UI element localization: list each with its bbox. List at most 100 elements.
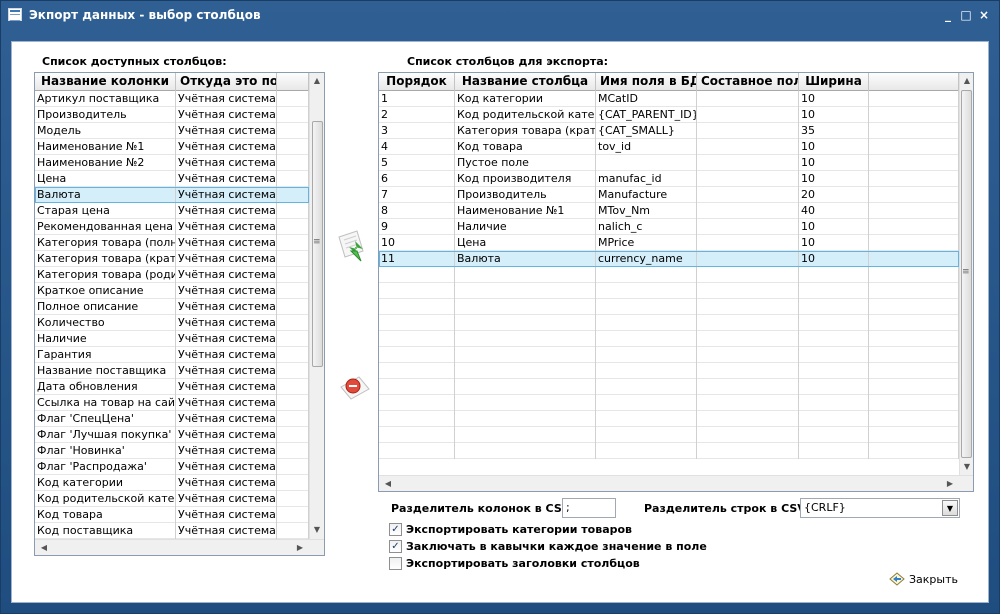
table-cell[interactable] — [869, 139, 959, 155]
right-horizontal-scrollbar[interactable]: ◀ ▶ — [379, 475, 973, 491]
table-cell[interactable]: Производитель — [455, 187, 596, 203]
table-cell[interactable]: Валюта — [35, 187, 176, 203]
scroll-up-arrow-icon[interactable]: ▲ — [310, 74, 324, 88]
export-categories-checkbox[interactable]: ✓ — [389, 523, 402, 536]
table-cell[interactable]: Старая цена — [35, 203, 176, 219]
table-row[interactable]: Артикул поставщика Учётная система — [35, 91, 309, 107]
table-cell[interactable] — [277, 139, 309, 155]
table-cell[interactable] — [277, 427, 309, 443]
table-cell[interactable]: {CAT_PARENT_ID} — [596, 107, 697, 123]
table-cell[interactable]: Учётная система — [176, 523, 277, 539]
table-cell[interactable] — [869, 251, 959, 267]
table-cell[interactable]: Категория товара (полная) — [35, 235, 176, 251]
table-cell[interactable] — [697, 91, 799, 107]
table-cell[interactable] — [277, 251, 309, 267]
table-cell[interactable] — [277, 379, 309, 395]
table-cell[interactable] — [277, 459, 309, 475]
table-cell[interactable]: Флаг 'Распродажа' — [35, 459, 176, 475]
table-row[interactable]: Ссылка на товар на сайте Учётная система — [35, 395, 309, 411]
table-cell[interactable]: Полное описание — [35, 299, 176, 315]
table-cell[interactable]: Учётная система — [176, 411, 277, 427]
table-row[interactable]: 3Категория товара (краткая){CAT_SMALL} 35 — [379, 123, 959, 139]
table-cell[interactable] — [277, 443, 309, 459]
table-row[interactable]: 5 Пустое поле 10 — [379, 155, 959, 171]
title-bar[interactable]: Экпорт данных - выбор столбцов _ □ × — [1, 1, 999, 29]
table-cell[interactable] — [869, 203, 959, 219]
table-cell[interactable]: Категория товара (родитель) — [35, 267, 176, 283]
table-cell[interactable] — [277, 91, 309, 107]
table-cell[interactable]: Артикул поставщика — [35, 91, 176, 107]
scroll-left-arrow-icon[interactable]: ◀ — [37, 541, 51, 555]
table-row[interactable]: Полное описание Учётная система — [35, 299, 309, 315]
column-header-source[interactable]: Откуда это поле — [176, 73, 277, 91]
table-cell[interactable] — [277, 107, 309, 123]
table-cell[interactable]: Производитель — [35, 107, 176, 123]
table-row[interactable]: Название поставщика Учётная система — [35, 363, 309, 379]
scroll-right-arrow-icon[interactable]: ▶ — [943, 477, 957, 491]
table-cell[interactable] — [277, 171, 309, 187]
table-row[interactable]: Модель Учётная система — [35, 123, 309, 139]
table-cell[interactable]: Наименование №2 — [35, 155, 176, 171]
remove-column-button[interactable] — [335, 367, 375, 407]
quote-values-label[interactable]: Заключать в кавычки каждое значение в по… — [406, 540, 707, 553]
table-cell[interactable]: 3 — [379, 123, 455, 139]
table-cell[interactable]: Учётная система — [176, 283, 277, 299]
table-cell[interactable]: Ссылка на товар на сайте — [35, 395, 176, 411]
scroll-right-arrow-icon[interactable]: ▶ — [293, 541, 307, 555]
table-row[interactable]: 7 Производитель Manufacture 20 — [379, 187, 959, 203]
table-cell[interactable]: nalich_c — [596, 219, 697, 235]
column-header-db-field[interactable]: Имя поля в БД — [596, 73, 697, 91]
table-cell[interactable] — [277, 363, 309, 379]
table-row[interactable]: Код родительской категорииУчётная систем… — [35, 491, 309, 507]
table-cell[interactable]: Цена — [35, 171, 176, 187]
table-row[interactable]: 9 Наличие nalich_c 10 — [379, 219, 959, 235]
table-cell[interactable]: Краткое описание — [35, 283, 176, 299]
table-cell[interactable] — [697, 219, 799, 235]
table-cell[interactable]: 7 — [379, 187, 455, 203]
right-vertical-scrollbar[interactable]: ▲ ≡ ▼ — [959, 73, 973, 475]
table-cell[interactable] — [277, 283, 309, 299]
table-cell[interactable]: Код товара — [455, 139, 596, 155]
table-cell[interactable] — [277, 347, 309, 363]
table-cell[interactable]: Категория товара (краткая) — [455, 123, 596, 139]
table-cell[interactable]: Дата обновления — [35, 379, 176, 395]
table-cell[interactable]: Учётная система — [176, 267, 277, 283]
table-row[interactable]: Наименование №2 Учётная система — [35, 155, 309, 171]
table-row[interactable]: 11 Валюта currency_name 10 — [379, 251, 959, 267]
table-row[interactable]: 4 Код товара tov_id 10 — [379, 139, 959, 155]
table-row[interactable]: 2Код родительской категории{CAT_PARENT_I… — [379, 107, 959, 123]
table-cell[interactable] — [869, 91, 959, 107]
table-cell[interactable]: Флаг 'СпецЦена' — [35, 411, 176, 427]
column-header-name[interactable]: Название колонки — [35, 73, 176, 91]
table-cell[interactable]: Категория товара (краткая) — [35, 251, 176, 267]
table-cell[interactable] — [277, 411, 309, 427]
table-cell[interactable]: Учётная система — [176, 123, 277, 139]
table-cell[interactable]: 20 — [799, 187, 869, 203]
table-cell[interactable]: Наименование №1 — [455, 203, 596, 219]
table-cell[interactable]: Учётная система — [176, 395, 277, 411]
table-cell[interactable]: 5 — [379, 155, 455, 171]
table-row[interactable]: Валюта Учётная система — [35, 187, 309, 203]
table-row[interactable]: Цена Учётная система — [35, 171, 309, 187]
table-cell[interactable]: Валюта — [455, 251, 596, 267]
scroll-left-arrow-icon[interactable]: ◀ — [381, 477, 395, 491]
table-cell[interactable]: Код категории — [35, 475, 176, 491]
table-cell[interactable]: Рекомендованная цена — [35, 219, 176, 235]
table-cell[interactable]: Учётная система — [176, 187, 277, 203]
table-cell[interactable]: Наименование №1 — [35, 139, 176, 155]
table-cell[interactable] — [277, 123, 309, 139]
table-cell[interactable] — [869, 187, 959, 203]
table-row[interactable]: Наличие Учётная система — [35, 331, 309, 347]
table-cell[interactable]: 10 — [799, 251, 869, 267]
close-window-button[interactable]: × — [975, 7, 993, 23]
maximize-button[interactable]: □ — [957, 7, 975, 23]
table-row[interactable]: Наименование №1 Учётная система — [35, 139, 309, 155]
table-cell[interactable] — [277, 475, 309, 491]
table-row[interactable]: Код категории Учётная система — [35, 475, 309, 491]
table-cell[interactable]: Флаг 'Лучшая покупка' — [35, 427, 176, 443]
table-cell[interactable]: Цена — [455, 235, 596, 251]
table-row[interactable]: Дата обновления Учётная система — [35, 379, 309, 395]
table-cell[interactable]: currency_name — [596, 251, 697, 267]
table-cell[interactable]: Учётная система — [176, 107, 277, 123]
table-cell[interactable]: Учётная система — [176, 379, 277, 395]
